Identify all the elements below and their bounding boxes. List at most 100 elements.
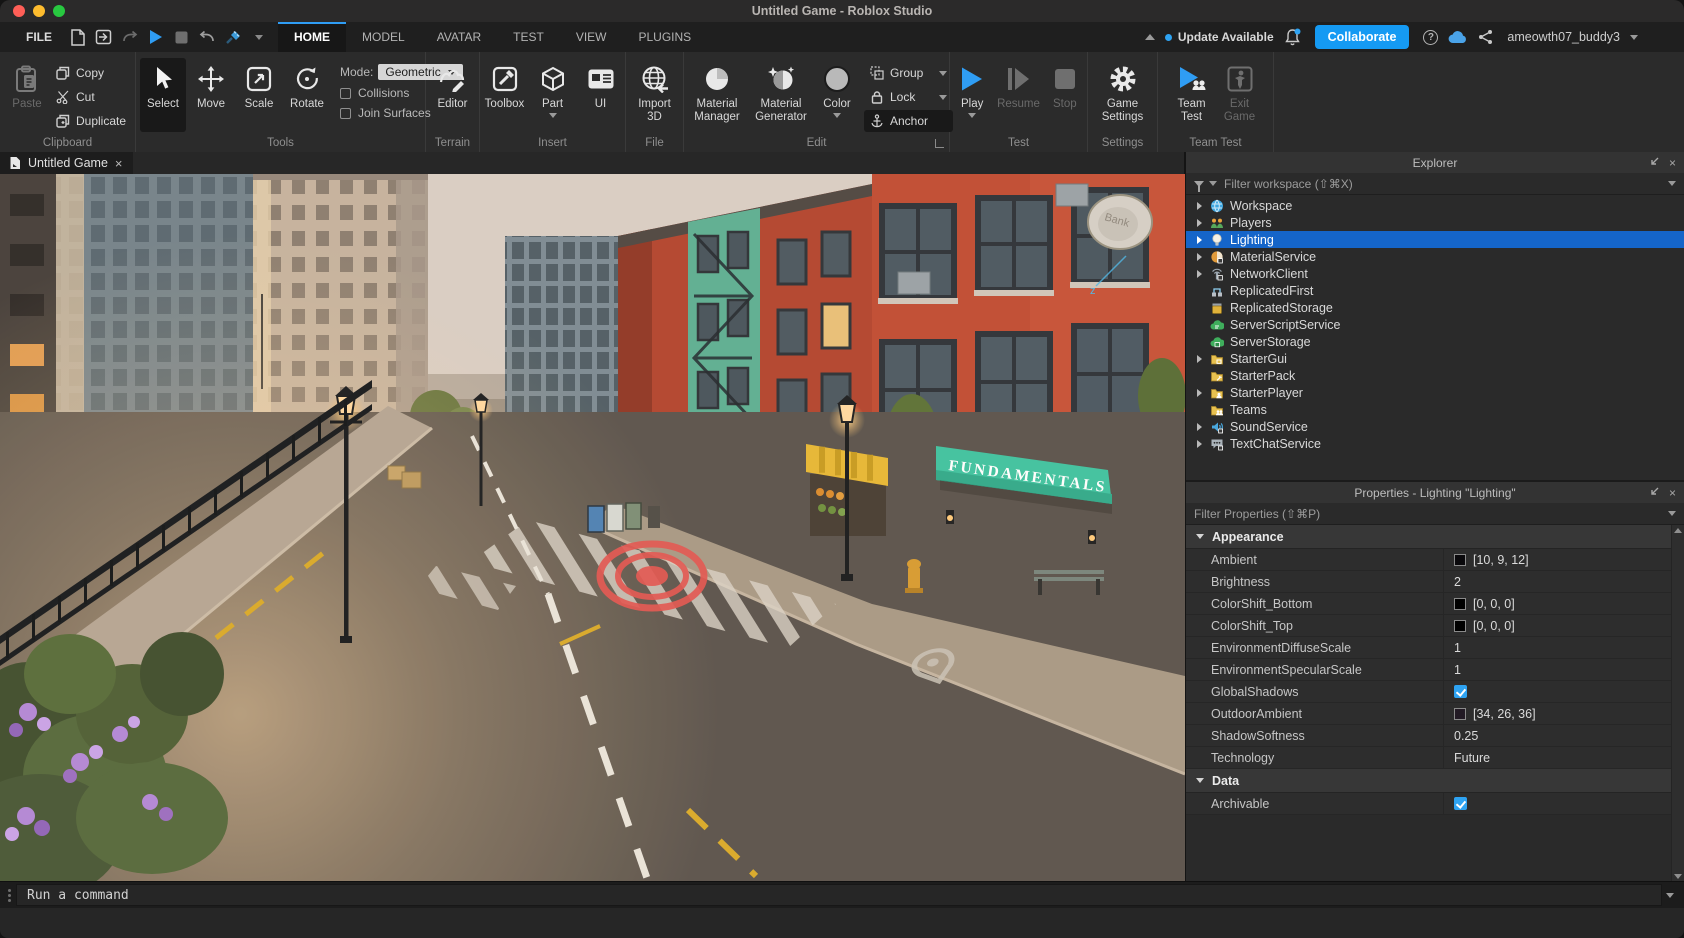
- plugin-tool-icon[interactable]: [220, 22, 246, 52]
- group-button[interactable]: Group: [864, 62, 953, 84]
- explorer-filter-caret-icon[interactable]: [1668, 181, 1676, 186]
- tree-item-textchatservice[interactable]: TextChatService: [1186, 435, 1684, 452]
- collapse-ribbon-icon[interactable]: [1145, 34, 1155, 40]
- color-swatch[interactable]: [1454, 708, 1466, 720]
- archivable-checkbox[interactable]: [1454, 797, 1467, 810]
- expand-arrow-icon[interactable]: [1197, 440, 1202, 448]
- quick-stop-icon[interactable]: [168, 22, 194, 52]
- select-tool-button[interactable]: Select: [140, 58, 186, 132]
- properties-close-icon[interactable]: ×: [1669, 486, 1676, 500]
- tree-item-lighting[interactable]: Lighting: [1186, 231, 1684, 248]
- maximize-window-button[interactable]: [53, 5, 65, 17]
- command-bar-grip[interactable]: [0, 889, 14, 902]
- section-collapse-icon[interactable]: [1196, 778, 1204, 783]
- globalshadows-checkbox[interactable]: [1454, 685, 1467, 698]
- section-appearance[interactable]: Appearance: [1186, 525, 1671, 549]
- close-window-button[interactable]: [13, 5, 25, 17]
- cloud-sync-icon[interactable]: [1448, 30, 1468, 44]
- property-value[interactable]: Future: [1444, 747, 1671, 768]
- notifications-bell-icon[interactable]: [1284, 28, 1301, 46]
- help-icon[interactable]: ?: [1423, 30, 1438, 45]
- expand-arrow-icon[interactable]: [1197, 253, 1202, 261]
- color-swatch[interactable]: [1454, 598, 1466, 610]
- tree-item-replicatedstorage[interactable]: ReplicatedStorage: [1186, 299, 1684, 316]
- property-value[interactable]: 1: [1444, 637, 1671, 658]
- scroll-up-icon[interactable]: [1674, 528, 1682, 533]
- account-username[interactable]: ameowth07_buddy3: [1507, 30, 1620, 44]
- tree-item-players[interactable]: Players: [1186, 214, 1684, 231]
- expand-arrow-icon[interactable]: [1197, 202, 1202, 210]
- property-value[interactable]: 1: [1444, 659, 1671, 680]
- tab-avatar[interactable]: AVATAR: [421, 22, 497, 52]
- share-icon[interactable]: [1478, 29, 1493, 45]
- tree-item-serverscriptservice[interactable]: ServerScriptService: [1186, 316, 1684, 333]
- material-generator-button[interactable]: Material Generator: [750, 58, 812, 132]
- tab-view[interactable]: VIEW: [560, 22, 623, 52]
- expand-arrow-icon[interactable]: [1197, 355, 1202, 363]
- terrain-editor-button[interactable]: Editor: [430, 58, 476, 132]
- document-tab-untitled-game[interactable]: Untitled Game ×: [0, 152, 133, 174]
- tree-item-replicatedfirst[interactable]: ReplicatedFirst: [1186, 282, 1684, 299]
- tree-item-workspace[interactable]: Workspace: [1186, 197, 1684, 214]
- lock-caret-icon[interactable]: [939, 95, 947, 100]
- properties-filter-input[interactable]: Filter Properties (⇧⌘P): [1186, 503, 1684, 525]
- property-value[interactable]: [0, 0, 0]: [1444, 593, 1671, 614]
- exit-game-button[interactable]: Exit Game: [1217, 58, 1263, 132]
- file-menu-button[interactable]: FILE: [14, 30, 64, 44]
- undo-icon[interactable]: [194, 22, 220, 52]
- scale-tool-button[interactable]: Scale: [236, 58, 282, 132]
- section-data[interactable]: Data: [1186, 769, 1671, 793]
- quick-play-icon[interactable]: [142, 22, 168, 52]
- game-settings-button[interactable]: Game Settings: [1093, 58, 1153, 132]
- tree-item-materialservice[interactable]: MaterialService: [1186, 248, 1684, 265]
- expand-arrow-icon[interactable]: [1197, 219, 1202, 227]
- expand-arrow-icon[interactable]: [1197, 423, 1202, 431]
- tab-model[interactable]: MODEL: [346, 22, 421, 52]
- play-button[interactable]: Play: [950, 58, 994, 132]
- property-value[interactable]: 0.25: [1444, 725, 1671, 746]
- new-file-icon[interactable]: [64, 22, 90, 52]
- expand-arrow-icon[interactable]: [1197, 236, 1202, 244]
- lock-button[interactable]: Lock: [864, 86, 953, 108]
- undock-panel-icon[interactable]: [1648, 157, 1659, 168]
- redo-icon[interactable]: [116, 22, 142, 52]
- import-3d-button[interactable]: Import 3D: [632, 58, 678, 132]
- update-available[interactable]: Update Available: [1165, 30, 1274, 44]
- tree-item-soundservice[interactable]: SoundService: [1186, 418, 1684, 435]
- stop-button[interactable]: Stop: [1043, 58, 1087, 132]
- cut-button[interactable]: Cut: [50, 86, 132, 108]
- material-manager-button[interactable]: Material Manager: [686, 58, 748, 132]
- expand-arrow-icon[interactable]: [1197, 389, 1202, 397]
- property-value[interactable]: [0, 0, 0]: [1444, 615, 1671, 636]
- color-button[interactable]: Color: [814, 58, 860, 132]
- rotate-tool-button[interactable]: Rotate: [284, 58, 330, 132]
- toolbox-button[interactable]: Toolbox: [482, 58, 528, 132]
- play-caret-icon[interactable]: [968, 113, 976, 118]
- tree-item-networkclient[interactable]: NetworkClient: [1186, 265, 1684, 282]
- group-caret-icon[interactable]: [939, 71, 947, 76]
- minimize-window-button[interactable]: [33, 5, 45, 17]
- duplicate-button[interactable]: Duplicate: [50, 110, 132, 132]
- properties-filter-caret-icon[interactable]: [1668, 511, 1676, 516]
- tree-item-starterpack[interactable]: StarterPack: [1186, 367, 1684, 384]
- tab-plugins[interactable]: PLUGINS: [622, 22, 707, 52]
- viewport-scene[interactable]: Bank z: [0, 174, 1185, 881]
- move-tool-button[interactable]: Move: [188, 58, 234, 132]
- command-bar-caret-icon[interactable]: [1666, 893, 1674, 898]
- viewport-3d[interactable]: Bank z: [0, 174, 1185, 881]
- copy-button[interactable]: Copy: [50, 62, 132, 84]
- open-file-icon[interactable]: [90, 22, 116, 52]
- section-collapse-icon[interactable]: [1196, 534, 1204, 539]
- tab-home[interactable]: HOME: [278, 22, 346, 52]
- properties-scrollbar[interactable]: [1671, 525, 1684, 882]
- tree-item-startergui[interactable]: StarterGui: [1186, 350, 1684, 367]
- anchor-button[interactable]: Anchor: [864, 110, 953, 132]
- tab-test[interactable]: TEST: [497, 22, 560, 52]
- tree-item-starterplayer[interactable]: StarterPlayer: [1186, 384, 1684, 401]
- tree-item-serverstorage[interactable]: ServerStorage: [1186, 333, 1684, 350]
- scroll-down-icon[interactable]: [1674, 874, 1682, 879]
- paste-button[interactable]: Paste: [4, 58, 50, 132]
- property-value[interactable]: 2: [1444, 571, 1671, 592]
- account-menu-caret-icon[interactable]: [1630, 35, 1638, 40]
- property-value[interactable]: [10, 9, 12]: [1444, 549, 1671, 570]
